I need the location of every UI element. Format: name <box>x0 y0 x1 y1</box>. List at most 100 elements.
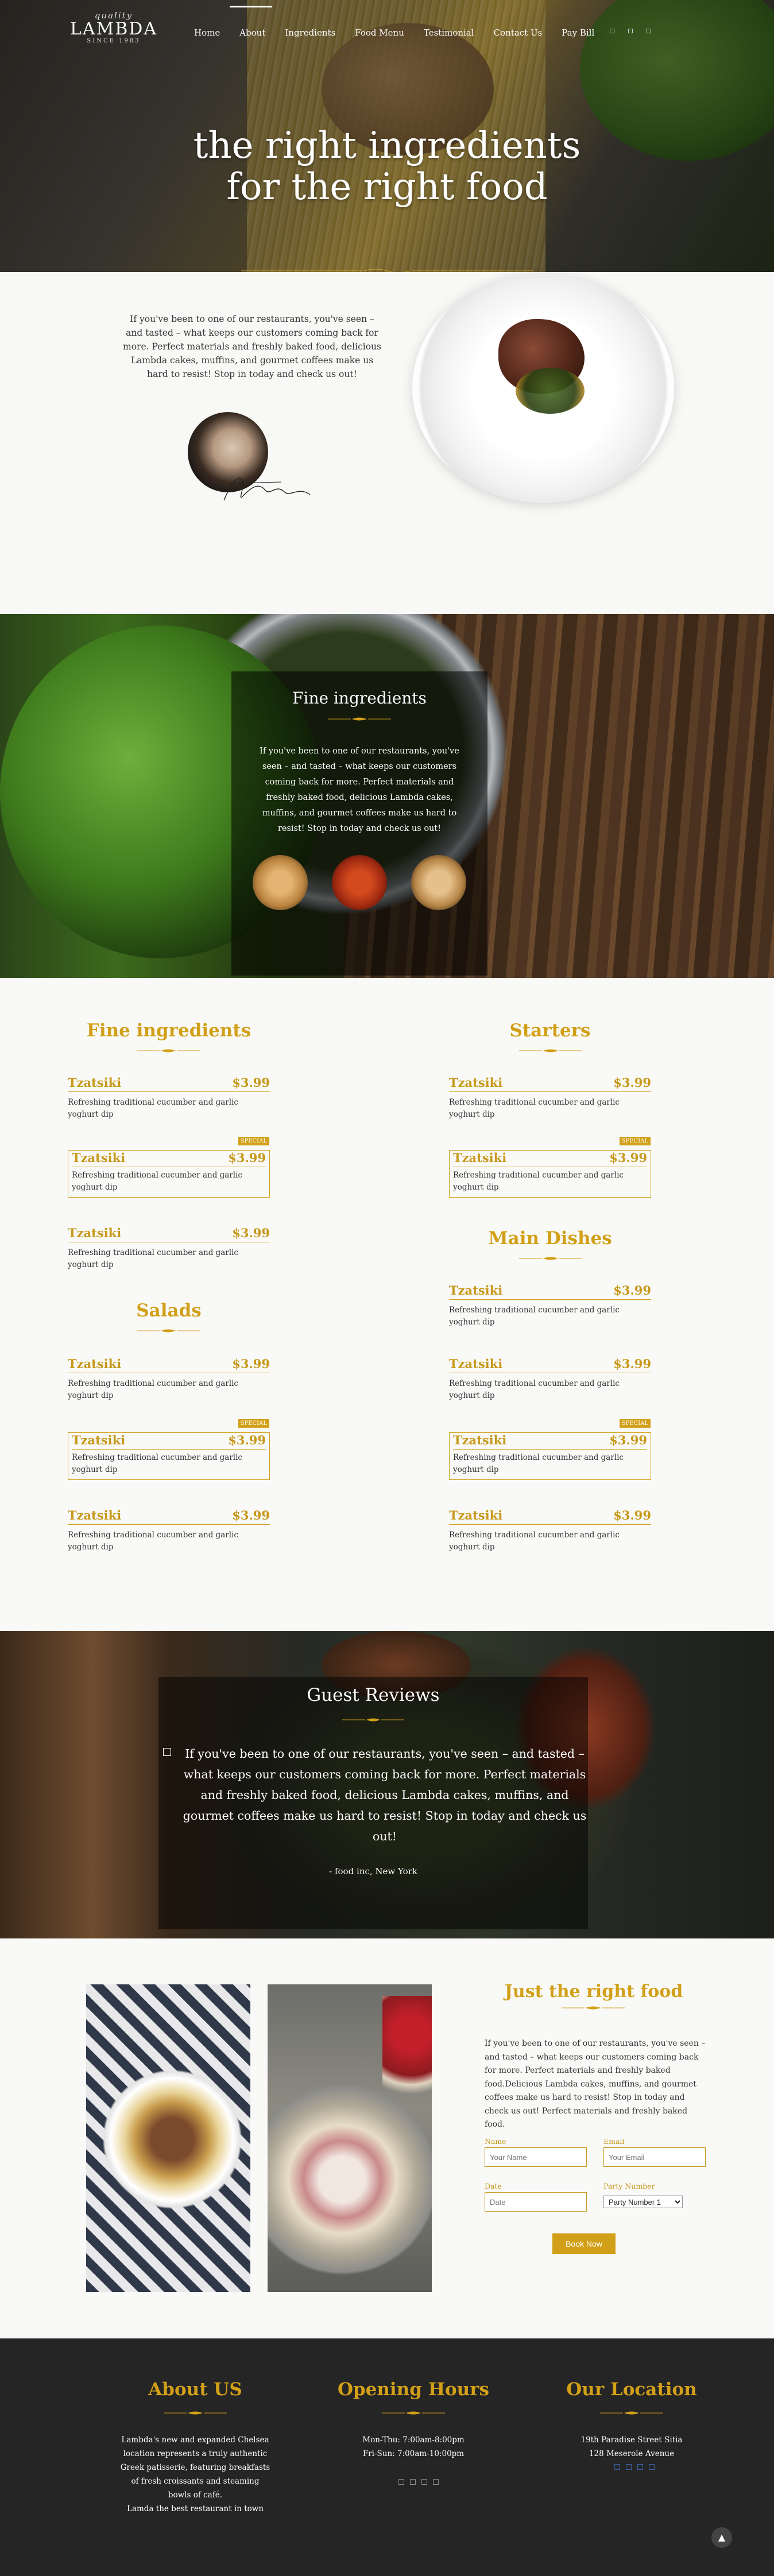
footer-social-icons <box>398 2479 439 2485</box>
menu-item-desc: Refreshing traditional cucumber and garl… <box>449 1306 620 1327</box>
menu-item-desc: Refreshing traditional cucumber and garl… <box>68 1379 238 1400</box>
hours-line: Mon-Thu: 7:00am-8:00pm <box>362 2435 465 2445</box>
social-icons <box>610 29 651 33</box>
menu-item[interactable]: Tzatsiki $3.99 Refreshing traditional cuc… <box>449 1075 651 1121</box>
menu-item[interactable]: Tzatsiki $3.99 Refreshing traditional cuc… <box>68 1357 270 1402</box>
menu-item-special[interactable]: SPECIAL Tzatsiki $3.99 Refreshing traditi… <box>68 1137 270 1198</box>
mail-icon[interactable] <box>637 2464 643 2470</box>
intro-text: If you've been to one of our restaurants… <box>123 314 381 379</box>
menu-item-special[interactable]: SPECIAL Tzatsiki $3.99 Refreshing traditi… <box>449 1137 651 1198</box>
menu-item-price: $3.99 <box>613 1508 651 1522</box>
about-line: location represents a truly authentic <box>123 2449 268 2458</box>
dish-photo-1 <box>86 1984 250 2292</box>
brand-logo[interactable]: quality LAMBDA SINCE 1983 <box>68 10 160 45</box>
nav-pay-bill[interactable]: Pay Bill <box>562 28 594 41</box>
menu-item-price: $3.99 <box>232 1508 270 1522</box>
phone-icon[interactable] <box>626 2464 632 2470</box>
google-plus-icon[interactable] <box>421 2479 427 2485</box>
menu-item[interactable]: Tzatsiki $3.99 Refreshing traditional cuc… <box>449 1357 651 1402</box>
map-icon[interactable] <box>614 2464 620 2470</box>
menu-item[interactable]: Tzatsiki $3.99 Refreshing traditional cuc… <box>449 1508 651 1553</box>
menu-item-price: $3.99 <box>613 1075 651 1090</box>
menu-item-desc: Refreshing traditional cucumber and garl… <box>68 1098 238 1119</box>
date-label: Date <box>485 2182 502 2190</box>
location-line: 128 Meserole Avenue <box>589 2449 675 2458</box>
menu-item-name: Tzatsiki <box>68 1075 122 1090</box>
menu-salads-title: Salads <box>136 1300 202 1321</box>
menu-item[interactable]: Tzatsiki $3.99 Refreshing traditional cuc… <box>68 1226 270 1271</box>
menu-item-price: $3.99 <box>232 1226 270 1240</box>
fine-ingredients-title: Fine ingredients <box>292 689 427 708</box>
google-plus-icon[interactable] <box>647 29 651 33</box>
menu-item-name: Tzatsiki <box>68 1357 122 1371</box>
menu-item-name: Tzatsiki <box>453 1433 507 1447</box>
spice-image-3 <box>411 855 466 910</box>
nav-active-indicator <box>230 6 272 7</box>
facebook-icon[interactable] <box>610 29 614 33</box>
nav-contact[interactable]: Contact Us <box>494 28 543 41</box>
fine-ingredients-text: If you've been to one of our restaurants… <box>260 747 459 833</box>
location-icons <box>614 2464 655 2470</box>
date-input[interactable] <box>485 2192 587 2212</box>
menu-item-desc: Refreshing traditional cucumber and garl… <box>449 1530 620 1552</box>
party-select[interactable]: Party Number 1 <box>603 2196 683 2208</box>
about-line: of fresh croissants and steaming <box>131 2477 260 2486</box>
clock-icon[interactable] <box>649 2464 655 2470</box>
menu-item-special[interactable]: SPECIAL Tzatsiki $3.99 Refreshing traditi… <box>68 1419 270 1480</box>
booking-title: Just the right food <box>504 1981 683 2002</box>
nav-food-menu[interactable]: Food Menu <box>355 28 404 41</box>
fine-divider <box>328 717 391 721</box>
booking-text: If you've been to one of our restaurants… <box>485 2039 706 2129</box>
menu-item[interactable]: Tzatsiki $3.99 Refreshing traditional cuc… <box>449 1283 651 1328</box>
menu-item-price: $3.99 <box>609 1433 647 1447</box>
twitter-icon[interactable] <box>628 29 633 33</box>
spice-image-2 <box>332 855 387 910</box>
linkedin-icon[interactable] <box>433 2479 439 2485</box>
menu-item-price: $3.99 <box>609 1151 647 1165</box>
menu-salads-divider <box>137 1329 200 1332</box>
menu-item-name: Tzatsiki <box>72 1433 126 1447</box>
menu-item-desc: Refreshing traditional cucumber and garl… <box>449 1098 620 1119</box>
nav-home[interactable]: Home <box>194 28 220 41</box>
menu-item[interactable]: Tzatsiki $3.99 Refreshing traditional cuc… <box>68 1075 270 1121</box>
back-to-top-button[interactable]: ▲ <box>711 2527 732 2548</box>
footer-hours-divider <box>382 2411 445 2415</box>
about-line: Lambda's new and expanded Chelsea <box>121 2435 269 2445</box>
menu-item-price: $3.99 <box>613 1357 651 1371</box>
menu-item-name: Tzatsiki <box>449 1357 503 1371</box>
hours-line: Fri-Sun: 7:00am-10:00pm <box>362 2449 465 2458</box>
menu-item-name: Tzatsiki <box>72 1151 126 1165</box>
food-plate-image <box>412 273 674 503</box>
menu-fine-divider <box>137 1049 200 1052</box>
menu-item-name: Tzatsiki <box>68 1508 122 1522</box>
about-line: Greek patisserie, featuring breakfasts <box>120 2463 270 2472</box>
facebook-icon[interactable] <box>398 2479 404 2485</box>
review-author: - food inc, New York <box>329 1866 417 1876</box>
nav-about[interactable]: About <box>239 28 265 41</box>
email-label: Email <box>603 2137 625 2146</box>
about-line: Lamda the best restaurant in town <box>126 2504 264 2513</box>
email-input[interactable] <box>603 2147 706 2167</box>
main-nav: Home About Ingredients Food Menu Testimo… <box>194 28 614 41</box>
twitter-icon[interactable] <box>410 2479 416 2485</box>
chef-signature <box>223 477 311 501</box>
footer-hours-title: Opening Hours <box>337 2379 489 2400</box>
reviews-divider <box>342 1718 404 1722</box>
nav-testimonial[interactable]: Testimonial <box>424 28 474 41</box>
menu-item-price: $3.99 <box>232 1075 270 1090</box>
menu-item-special[interactable]: SPECIAL Tzatsiki $3.99 Refreshing traditi… <box>449 1419 651 1480</box>
special-badge: SPECIAL <box>619 1137 651 1145</box>
special-badge: SPECIAL <box>238 1137 269 1145</box>
footer-location-title: Our Location <box>566 2379 697 2400</box>
menu-item[interactable]: Tzatsiki $3.99 Refreshing traditional cuc… <box>68 1508 270 1553</box>
name-input[interactable] <box>485 2147 587 2167</box>
special-badge: SPECIAL <box>619 1419 651 1428</box>
footer-hours-text: Mon-Thu: 7:00am-8:00pm Fri-Sun: 7:00am-1… <box>327 2433 500 2461</box>
footer-location-divider <box>600 2411 663 2415</box>
menu-item-desc: Refreshing traditional cucumber and garl… <box>68 1530 238 1552</box>
nav-ingredients[interactable]: Ingredients <box>285 28 335 41</box>
book-now-button[interactable]: Book Now <box>552 2233 616 2254</box>
footer-location-text: 19th Paradise Street Sitia 128 Meserole … <box>551 2433 712 2461</box>
review-text: If you've been to one of our restaurants… <box>183 1747 587 1843</box>
footer-about-divider <box>164 2411 227 2415</box>
